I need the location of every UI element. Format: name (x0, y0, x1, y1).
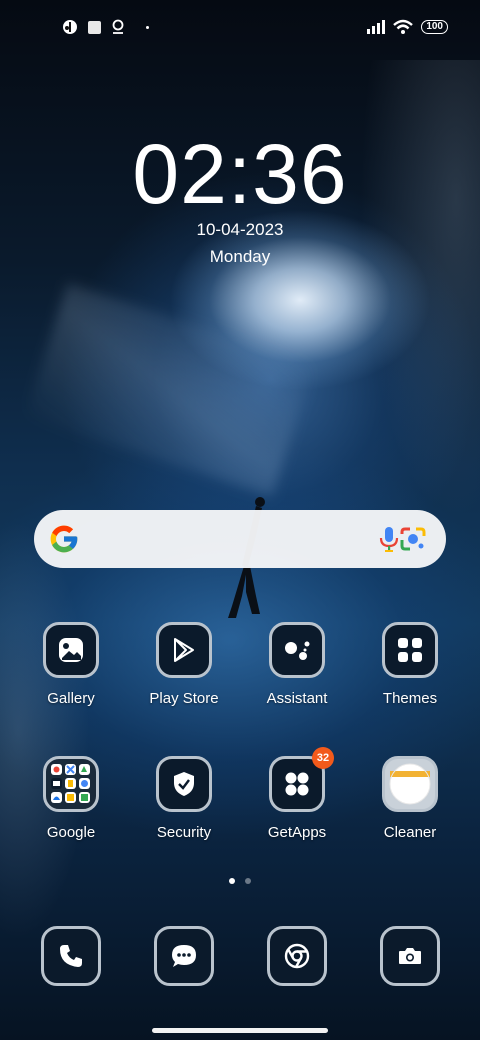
themes-icon (382, 622, 438, 678)
status-bar: 100 (0, 0, 480, 52)
dock-messages[interactable] (129, 926, 239, 986)
location-pin-icon (112, 19, 124, 34)
google-folder-icon (43, 756, 99, 812)
clock-time[interactable]: 02:36 (0, 128, 480, 220)
wifi-icon (393, 19, 414, 34)
app-cleaner[interactable]: Cleaner (355, 756, 465, 841)
google-g-icon (50, 525, 78, 553)
messages-icon (154, 926, 214, 986)
app-label: Themes (382, 690, 438, 707)
dock-camera[interactable] (355, 926, 465, 986)
app-assistant[interactable]: Assistant (242, 622, 352, 707)
app-label: Assistant (266, 690, 328, 707)
chrome-icon (267, 926, 327, 986)
clock-date[interactable]: 10-04-2023 (0, 220, 480, 240)
lens-camera-icon[interactable] (398, 524, 428, 554)
page-dot-1[interactable] (229, 878, 235, 884)
getapps-icon: 32 (269, 747, 334, 812)
square-icon (88, 20, 101, 34)
camera-icon (380, 926, 440, 986)
dock-chrome[interactable] (242, 926, 352, 986)
cleaner-icon (382, 756, 438, 812)
page-indicator (0, 878, 480, 884)
app-play-store[interactable]: Play Store (129, 622, 239, 707)
home-gesture-bar[interactable] (152, 1028, 328, 1033)
page-dot-2[interactable] (245, 878, 251, 884)
app-getapps[interactable]: 32 GetApps (242, 747, 352, 841)
app-label: Cleaner (383, 824, 437, 841)
notification-app-icon (63, 20, 77, 34)
signal-icon (367, 20, 386, 34)
clock-day: Monday (209, 247, 271, 266)
phone-icon (41, 926, 101, 986)
wallpaper-light-beam (24, 283, 316, 497)
gallery-icon (43, 622, 99, 678)
play-store-icon (156, 622, 212, 678)
dock-phone[interactable] (16, 926, 126, 986)
app-label: Google (46, 824, 96, 841)
assistant-icon (269, 622, 325, 678)
dot-icon (146, 25, 149, 29)
battery-icon: 100 (421, 20, 448, 34)
app-label: GetApps (267, 824, 327, 841)
folder-google[interactable]: Google (16, 756, 126, 841)
app-themes[interactable]: Themes (355, 622, 465, 707)
app-gallery[interactable]: Gallery (16, 622, 126, 707)
app-security[interactable]: Security (129, 756, 239, 841)
app-label: Play Store (149, 690, 219, 707)
wallpaper-rock-left (0, 520, 90, 940)
app-label: Gallery (47, 690, 95, 707)
app-label: Security (156, 824, 212, 841)
notification-badge: 32 (312, 747, 334, 769)
security-icon (156, 756, 212, 812)
google-search-bar[interactable] (34, 510, 446, 568)
